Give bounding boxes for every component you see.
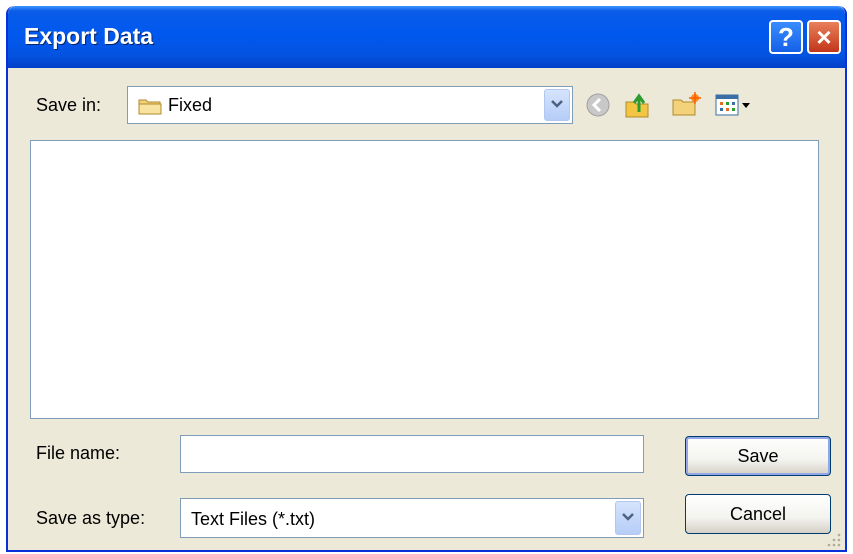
close-button[interactable]: × (807, 20, 841, 54)
chevron-down-icon (621, 509, 635, 527)
resize-grip-icon[interactable] (824, 530, 842, 550)
save-as-type-label: Save as type: (36, 508, 146, 528)
save-button[interactable]: Save (685, 436, 831, 476)
title-bar[interactable]: Export Data ? × (8, 6, 845, 68)
help-button[interactable]: ? (769, 20, 803, 54)
close-icon: × (816, 21, 832, 52)
file-list[interactable] (30, 140, 819, 419)
new-folder-icon[interactable] (671, 92, 701, 123)
save-in-value: Fixed (168, 95, 213, 115)
file-name-input[interactable] (180, 435, 644, 473)
back-icon[interactable] (585, 92, 611, 123)
save-in-label: Save in: (36, 95, 102, 115)
up-folder-icon[interactable] (623, 90, 653, 125)
save-in-dropdown[interactable]: Fixed (127, 86, 573, 124)
export-data-dialog: Export Data ? × Save in: Fixed File name… (6, 6, 847, 552)
window-title: Export Data (24, 23, 154, 49)
folder-icon (138, 96, 162, 121)
file-name-label: File name: (36, 443, 121, 463)
view-menu-icon[interactable] (715, 94, 755, 123)
save-as-type-dropdown[interactable]: Text Files (*.txt) (180, 498, 644, 538)
chevron-down-icon (550, 96, 564, 114)
save-in-dropdown-button[interactable] (544, 89, 570, 121)
cancel-button[interactable]: Cancel (685, 494, 831, 534)
help-icon: ? (778, 21, 794, 52)
save-as-type-dropdown-button[interactable] (615, 501, 641, 535)
save-as-type-value: Text Files (*.txt) (191, 509, 316, 529)
